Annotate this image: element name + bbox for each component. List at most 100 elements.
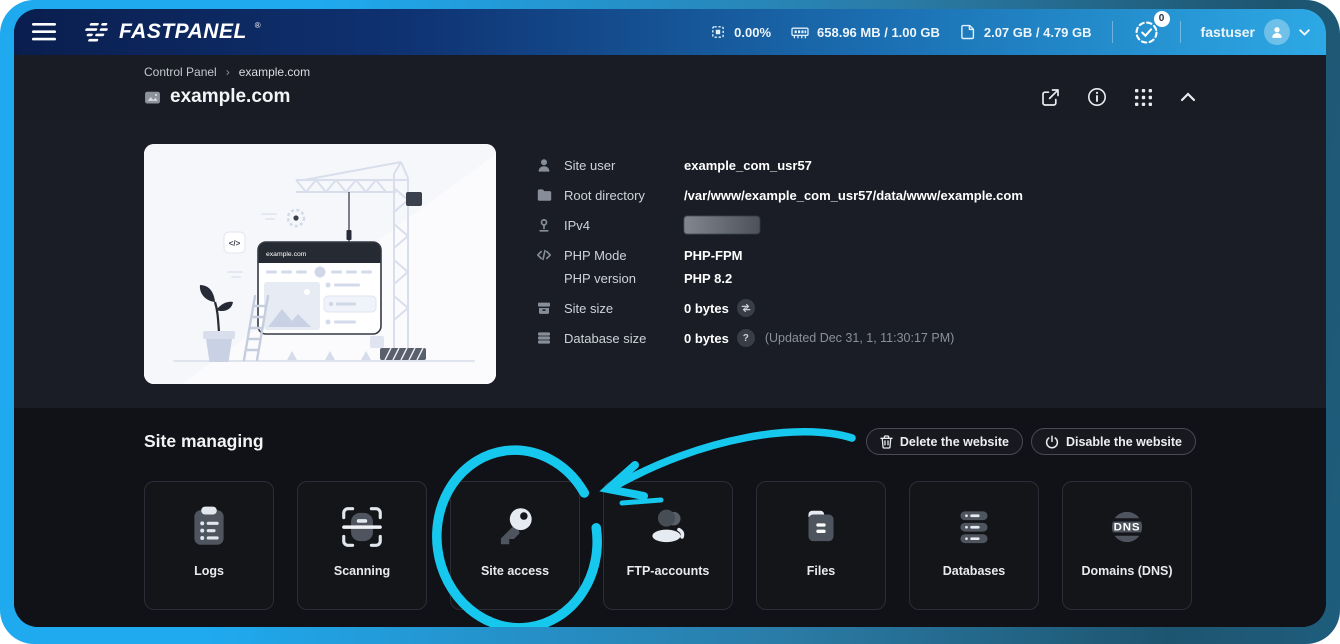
- user-icon: [1270, 25, 1284, 39]
- detail-label: IPv4: [564, 218, 684, 233]
- detail-row-database-size: Database size 0 bytes ? (Updated Dec 31,…: [536, 329, 1196, 347]
- trash-icon: [880, 435, 893, 449]
- card-ftp-accounts[interactable]: FTP-accounts: [603, 481, 733, 610]
- username: fastuser: [1201, 24, 1255, 40]
- detail-value: 0 bytes: [684, 331, 729, 346]
- detail-row-ipv4: IPv4: [536, 216, 1196, 234]
- managing-cards: Logs Scanning Site access FTP-accounts F…: [144, 481, 1196, 610]
- detail-row-site-size: Site size 0 bytes: [536, 299, 1196, 317]
- chevron-down-icon: [1299, 29, 1310, 36]
- dns-icon-text: DNS: [1114, 522, 1141, 534]
- site-image-icon: [144, 89, 161, 106]
- updated-note: (Updated Dec 31, 1, 11:30:17 PM): [765, 331, 954, 345]
- button-label: Disable the website: [1066, 435, 1182, 449]
- files-folder-icon: [797, 503, 845, 551]
- disk-icon: [960, 24, 976, 40]
- dns-globe-icon: DNS: [1103, 503, 1151, 551]
- detail-value: PHP-FPM: [684, 248, 743, 263]
- card-label: Databases: [943, 564, 1006, 578]
- avatar: [1264, 19, 1290, 45]
- site-preview-illustration: </> example.com: [144, 144, 496, 384]
- page-header: Control Panel › example.com example.com: [14, 55, 1326, 120]
- logs-icon: [185, 503, 233, 551]
- memory-usage-stat: 658.96 MB / 1.00 GB: [791, 25, 940, 40]
- refresh-icon: [741, 303, 751, 313]
- speed-lines-icon: [81, 20, 111, 44]
- card-label: Logs: [194, 564, 224, 578]
- ram-icon: [791, 25, 809, 40]
- card-scanning[interactable]: Scanning: [297, 481, 427, 610]
- detail-row-php-version: PHP version PHP 8.2: [536, 269, 1196, 287]
- detail-row-root-directory: Root directory /var/www/example_com_usr5…: [536, 186, 1196, 204]
- page-title: example.com: [170, 86, 290, 108]
- detail-label: Site size: [564, 301, 684, 316]
- detail-label: Site user: [564, 158, 684, 173]
- logo-text: FASTPANEL: [119, 20, 247, 44]
- delete-website-button[interactable]: Delete the website: [866, 428, 1023, 455]
- detail-label: PHP version: [564, 271, 684, 286]
- breadcrumb-current[interactable]: example.com: [239, 65, 310, 79]
- user-icon: [536, 157, 552, 173]
- detail-row-php-mode: PHP Mode PHP-FPM: [536, 246, 1196, 264]
- disk-usage-value: 2.07 GB / 4.79 GB: [984, 25, 1092, 40]
- key-icon: [491, 503, 539, 551]
- disable-website-button[interactable]: Disable the website: [1031, 428, 1196, 455]
- detail-value: 0 bytes: [684, 301, 729, 316]
- detail-label: PHP Mode: [564, 248, 684, 263]
- section-title: Site managing: [144, 431, 264, 452]
- breadcrumb-separator: ›: [226, 65, 230, 79]
- card-domains-dns[interactable]: DNS Domains (DNS): [1062, 481, 1192, 610]
- power-icon: [1045, 435, 1059, 449]
- browser-address: example.com: [266, 251, 307, 258]
- hamburger-menu-icon[interactable]: [31, 22, 57, 42]
- users-icon: [644, 503, 692, 551]
- help-button[interactable]: ?: [737, 329, 755, 347]
- card-databases[interactable]: Databases: [909, 481, 1039, 610]
- logo-registered-mark: ®: [255, 21, 261, 31]
- user-menu[interactable]: fastuser: [1201, 19, 1310, 45]
- location-pin-icon: [536, 217, 552, 233]
- apps-grid-icon[interactable]: [1134, 88, 1153, 107]
- collapse-chevron-up-icon[interactable]: [1180, 92, 1196, 102]
- folder-icon: [536, 187, 552, 203]
- button-label: Delete the website: [900, 435, 1009, 449]
- card-label: Domains (DNS): [1082, 564, 1173, 578]
- info-icon[interactable]: [1087, 87, 1107, 107]
- breadcrumb: Control Panel › example.com: [144, 65, 1196, 79]
- topbar: FASTPANEL ® 0.00% 658.96 MB / 1.00 GB 2.…: [14, 9, 1326, 55]
- archive-box-icon: [536, 300, 552, 316]
- breadcrumb-control-panel[interactable]: Control Panel: [144, 65, 217, 79]
- cpu-usage-value: 0.00%: [734, 25, 771, 40]
- refresh-size-button[interactable]: [737, 299, 755, 317]
- site-details: Site user example_com_usr57 Root directo…: [536, 144, 1196, 384]
- notifications-badge: 0: [1154, 11, 1170, 27]
- code-icon: [536, 247, 552, 263]
- code-badge: </>: [229, 239, 241, 248]
- server-stack-icon: [950, 503, 998, 551]
- site-managing-section: Site managing Delete the website Disable…: [14, 408, 1326, 627]
- redacted-ip-value: [684, 216, 760, 234]
- database-icon: [536, 330, 552, 346]
- divider: [1180, 21, 1181, 43]
- detail-label: Database size: [564, 331, 684, 346]
- app-panel: FASTPANEL ® 0.00% 658.96 MB / 1.00 GB 2.…: [14, 9, 1326, 627]
- site-overview-section: </> example.com: [14, 120, 1326, 408]
- detail-row-site-user: Site user example_com_usr57: [536, 156, 1196, 174]
- card-files[interactable]: Files: [756, 481, 886, 610]
- card-site-access[interactable]: Site access: [450, 481, 580, 610]
- scanning-icon: [338, 503, 386, 551]
- card-label: Site access: [481, 564, 549, 578]
- disk-usage-stat: 2.07 GB / 4.79 GB: [960, 24, 1092, 40]
- memory-usage-value: 658.96 MB / 1.00 GB: [817, 25, 940, 40]
- card-label: Scanning: [334, 564, 390, 578]
- notifications-button[interactable]: 0: [1133, 19, 1160, 46]
- detail-label: Root directory: [564, 188, 684, 203]
- detail-value: PHP 8.2: [684, 271, 732, 286]
- card-label: FTP-accounts: [627, 564, 710, 578]
- detail-value: /var/www/example_com_usr57/data/www/exam…: [684, 188, 1023, 203]
- card-logs[interactable]: Logs: [144, 481, 274, 610]
- cpu-usage-stat: 0.00%: [710, 24, 771, 40]
- open-site-external-link-icon[interactable]: [1041, 88, 1060, 107]
- card-label: Files: [807, 564, 836, 578]
- fastpanel-logo[interactable]: FASTPANEL ®: [81, 20, 261, 44]
